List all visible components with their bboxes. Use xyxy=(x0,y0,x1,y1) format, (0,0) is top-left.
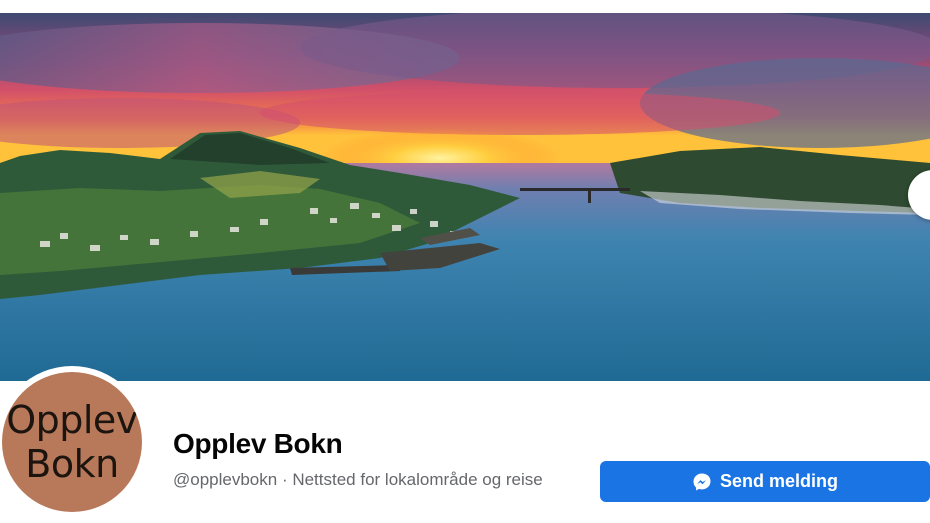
page-handle: @opplevbokn xyxy=(173,470,278,489)
avatar[interactable]: Opplev Bokn xyxy=(2,372,142,512)
subtitle-separator: · xyxy=(277,470,293,489)
cover-photo[interactable] xyxy=(0,13,930,381)
send-message-label: Send melding xyxy=(719,471,838,491)
page-title: Opplev Bokn xyxy=(173,428,343,459)
avatar-text-line1: Opplev xyxy=(6,398,138,442)
messenger-icon xyxy=(692,472,712,492)
avatar-text-line2: Bokn xyxy=(25,442,119,486)
page-subtitle: @opplevbokn · Nettsted for lokalområde o… xyxy=(173,470,543,490)
cover-landscape-image xyxy=(0,13,930,381)
send-message-button[interactable]: Send melding xyxy=(600,461,930,502)
page-category[interactable]: Nettsted for lokalområde og reise xyxy=(292,470,542,489)
